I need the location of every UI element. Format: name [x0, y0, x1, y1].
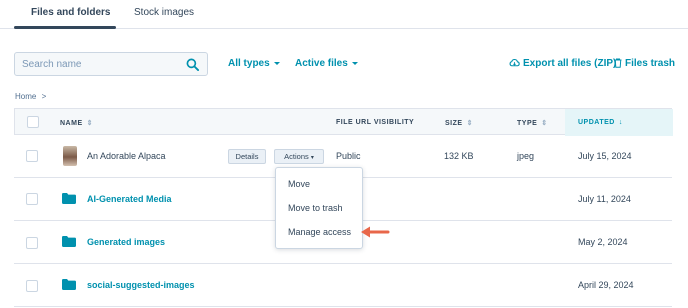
sort-descending-icon: ↓ — [618, 119, 623, 126]
breadcrumb: Home > — [15, 92, 46, 101]
sort-icon: ⇕ — [541, 120, 548, 127]
row-checkbox[interactable] — [26, 280, 38, 292]
details-button[interactable]: Details — [228, 149, 266, 164]
folder-name[interactable]: social-suggested-images — [87, 280, 195, 290]
sort-icon: ⇕ — [466, 120, 473, 127]
chevron-down-icon: ▾ — [310, 155, 314, 161]
breadcrumb-home[interactable]: Home — [15, 92, 36, 101]
menu-item-manage-access[interactable]: Manage access — [288, 227, 351, 237]
annotation-arrow-icon — [361, 226, 390, 238]
table-row: social-suggested-images April 29, 2024 — [14, 264, 672, 307]
search-placeholder: Search name — [22, 59, 82, 70]
actions-dropdown-button[interactable]: Actions ▾ — [274, 149, 324, 164]
row-checkbox[interactable] — [26, 150, 38, 162]
column-updated[interactable]: UPDATED ↓ — [578, 119, 623, 126]
trash-label: Files trash — [625, 58, 676, 69]
column-file-url-visibility: FILE URL VISIBILITY — [336, 119, 415, 126]
cloud-download-icon — [509, 58, 520, 67]
file-size: 132 KB — [444, 151, 474, 161]
row-checkbox[interactable] — [26, 237, 38, 249]
row-checkbox[interactable] — [26, 193, 38, 205]
actions-menu: Move Move to trash Manage access — [275, 167, 363, 249]
menu-item-move-to-trash[interactable]: Move to trash — [288, 203, 343, 213]
folder-icon — [62, 279, 76, 290]
folder-name[interactable]: Generated images — [87, 237, 165, 247]
tab-bar: Files and folders Stock images — [0, 0, 688, 29]
folder-name[interactable]: AI-Generated Media — [87, 194, 172, 204]
chevron-down-icon — [273, 61, 280, 65]
sort-icon: ⇕ — [86, 120, 93, 127]
type-filter-dropdown[interactable]: All types — [228, 58, 280, 69]
column-size[interactable]: SIZE ⇕ — [445, 119, 473, 127]
active-tab-indicator — [14, 26, 116, 29]
column-type[interactable]: TYPE ⇕ — [517, 119, 548, 127]
type-filter-label: All types — [228, 58, 270, 69]
folder-icon — [62, 193, 76, 204]
files-trash-button[interactable]: Files trash — [614, 58, 675, 69]
menu-item-move[interactable]: Move — [288, 179, 310, 189]
breadcrumb-separator: > — [41, 92, 47, 101]
search-field[interactable]: Search name — [14, 52, 208, 76]
table-header: NAME ⇕ FILE URL VISIBILITY SIZE ⇕ TYPE ⇕ UP… — [14, 108, 673, 136]
tab-stock-images[interactable]: Stock images — [134, 7, 194, 18]
export-all-files-button[interactable]: Export all files (ZIP) — [509, 58, 616, 69]
updated-date: April 29, 2024 — [578, 280, 634, 290]
updated-date: July 15, 2024 — [578, 151, 632, 161]
file-url-visibility: Public — [336, 151, 361, 161]
updated-date: May 2, 2024 — [578, 237, 628, 247]
chevron-down-icon — [351, 61, 358, 65]
image-thumbnail[interactable] — [63, 146, 77, 166]
folder-icon — [62, 236, 76, 247]
column-name[interactable]: NAME ⇕ — [60, 119, 93, 127]
tab-files-and-folders[interactable]: Files and folders — [31, 7, 110, 18]
file-type: jpeg — [517, 151, 535, 161]
search-icon[interactable] — [186, 58, 199, 71]
select-all-checkbox[interactable] — [27, 116, 39, 128]
trash-icon — [614, 58, 622, 68]
file-name[interactable]: An Adorable Alpaca — [87, 151, 166, 161]
status-filter-dropdown[interactable]: Active files — [295, 58, 358, 69]
updated-date: July 11, 2024 — [578, 194, 631, 204]
status-filter-label: Active files — [295, 58, 348, 69]
export-label: Export all files (ZIP) — [523, 58, 617, 69]
